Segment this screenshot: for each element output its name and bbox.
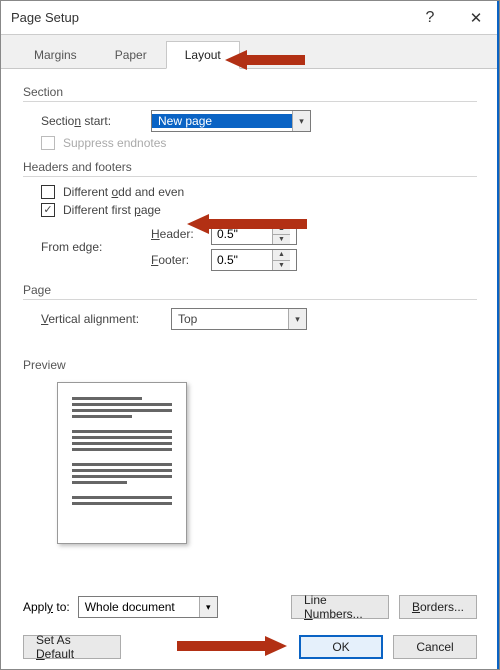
- tabstrip: Margins Paper Layout: [1, 35, 499, 69]
- header-distance-input[interactable]: [212, 224, 272, 244]
- page-preview: [57, 382, 187, 544]
- dialog-body: Section Section start: New page ▾ Suppre…: [1, 69, 499, 544]
- spin-down-icon[interactable]: ▼: [273, 234, 290, 245]
- titlebar: Page Setup ? ✕: [1, 1, 499, 35]
- footer-distance-label: Footer:: [151, 253, 211, 267]
- dialog-footer: Set As Default OK Cancel: [1, 635, 499, 659]
- close-button[interactable]: ✕: [453, 1, 499, 35]
- tab-paper[interactable]: Paper: [96, 41, 166, 69]
- spin-up-icon[interactable]: ▲: [273, 224, 290, 234]
- header-distance-label: Header:: [151, 227, 211, 241]
- apply-row: Apply to: Whole document ▾ Line Numbers.…: [1, 595, 499, 619]
- spinner-arrows: ▲ ▼: [272, 224, 290, 244]
- cancel-button[interactable]: Cancel: [393, 635, 477, 659]
- check-icon: ✓: [43, 205, 52, 216]
- apply-to-label: Apply to:: [23, 600, 70, 614]
- set-as-default-button[interactable]: Set As Default: [23, 635, 121, 659]
- suppress-endnotes-checkbox: [41, 136, 55, 150]
- vertical-alignment-dropdown[interactable]: Top ▾: [171, 308, 307, 330]
- dialog-title: Page Setup: [11, 10, 79, 25]
- chevron-down-icon: ▾: [292, 111, 310, 131]
- diff-odd-even-label: Different odd and even: [63, 185, 184, 199]
- chevron-down-icon: ▾: [199, 597, 217, 617]
- help-button[interactable]: ?: [407, 1, 453, 35]
- section-start-dropdown[interactable]: New page ▾: [151, 110, 311, 132]
- apply-to-dropdown[interactable]: Whole document ▾: [78, 596, 218, 618]
- chevron-down-icon: ▾: [288, 309, 306, 329]
- borders-button[interactable]: Borders...: [399, 595, 477, 619]
- help-icon: ?: [426, 9, 435, 27]
- diff-first-page-checkbox[interactable]: ✓: [41, 203, 55, 217]
- spin-down-icon[interactable]: ▼: [273, 260, 290, 271]
- decoration: [497, 1, 499, 669]
- footer-distance-spinner[interactable]: ▲ ▼: [211, 249, 297, 271]
- ok-button[interactable]: OK: [299, 635, 383, 659]
- footer-distance-input[interactable]: [212, 250, 272, 270]
- diff-odd-even-checkbox[interactable]: [41, 185, 55, 199]
- diff-first-page-label: Different first page: [63, 203, 161, 217]
- from-edge-label: From edge:: [41, 240, 151, 254]
- header-distance-spinner[interactable]: ▲ ▼: [211, 223, 297, 245]
- spinner-arrows: ▲ ▼: [272, 250, 290, 270]
- page-group-label: Page: [23, 283, 477, 300]
- suppress-endnotes-label: Suppress endnotes: [63, 136, 166, 150]
- section-start-label: Section start:: [41, 114, 151, 128]
- vertical-alignment-value: Top: [172, 312, 288, 326]
- close-icon: ✕: [470, 9, 483, 27]
- tab-margins[interactable]: Margins: [15, 41, 96, 69]
- tab-layout[interactable]: Layout: [166, 41, 240, 69]
- section-start-value: New page: [152, 114, 292, 128]
- vertical-alignment-label: Vertical alignment:: [41, 312, 171, 326]
- page-setup-dialog: Page Setup ? ✕ Margins Paper Layout Sect…: [0, 0, 500, 670]
- headers-footers-group-label: Headers and footers: [23, 160, 477, 177]
- section-group-label: Section: [23, 85, 477, 102]
- preview-group-label: Preview: [23, 358, 477, 374]
- apply-to-value: Whole document: [79, 600, 199, 614]
- line-numbers-button[interactable]: Line Numbers...: [291, 595, 389, 619]
- spin-up-icon[interactable]: ▲: [273, 250, 290, 260]
